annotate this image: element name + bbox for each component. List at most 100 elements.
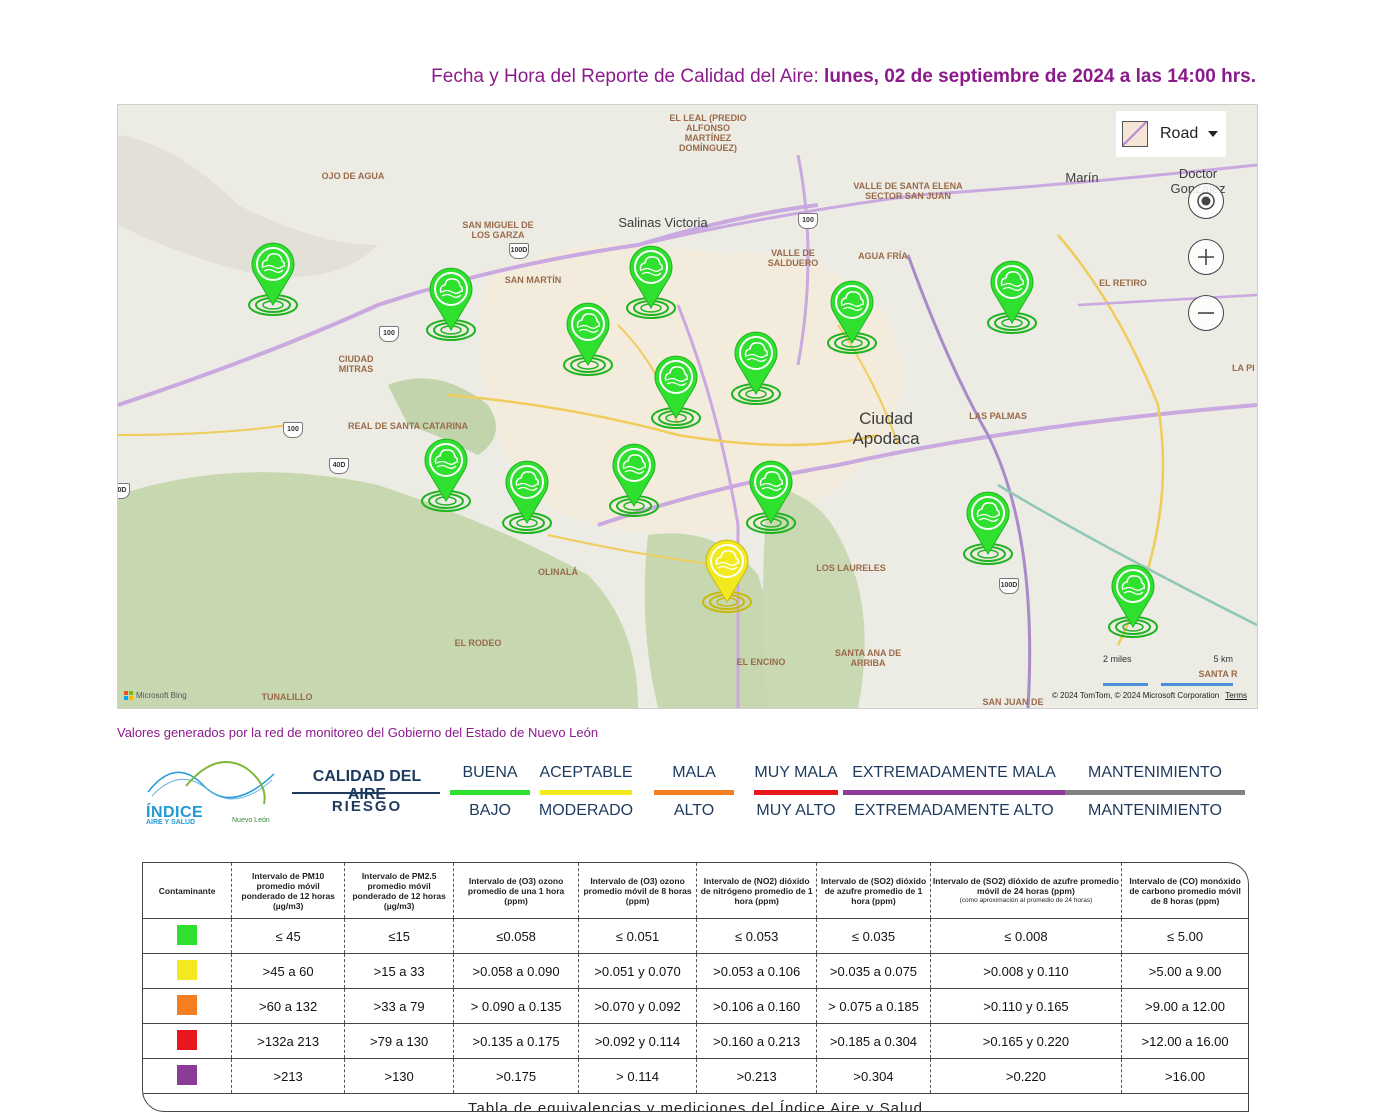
locate-icon bbox=[1197, 192, 1215, 210]
zoom-out-icon bbox=[1198, 312, 1214, 314]
station-marker[interactable] bbox=[650, 352, 702, 432]
road-shield: 100 bbox=[379, 326, 399, 342]
map-label: SANTA ANA DE ARRIBA bbox=[834, 648, 902, 668]
legend-color-band bbox=[1065, 790, 1245, 795]
table-header: Intervalo de (SO2) dióxido de azufre pro… bbox=[930, 863, 1123, 919]
air-station-icon bbox=[626, 245, 676, 319]
table-cell: >130 bbox=[344, 1058, 455, 1094]
map-label: CIUDAD MITRAS bbox=[338, 354, 374, 374]
map-label: REAL DE SANTA CATARINA bbox=[348, 421, 468, 431]
air-station-icon bbox=[702, 539, 752, 613]
table-cell: >0.220 bbox=[930, 1058, 1123, 1094]
report-datetime-prefix: Fecha y Hora del Reporte de Calidad del … bbox=[431, 66, 825, 87]
table-cell: >5.00 a 9.00 bbox=[1121, 953, 1248, 989]
table-cell: ≤ 5.00 bbox=[1121, 918, 1248, 954]
scale-km: 5 km bbox=[1213, 654, 1233, 664]
map-label: EL LEAL (PREDIO ALFONSO MARTÍNEZ DOMÍNGU… bbox=[669, 113, 747, 153]
table-cell: >132a 213 bbox=[231, 1023, 346, 1059]
zoom-out-button[interactable] bbox=[1188, 295, 1224, 331]
air-station-icon bbox=[426, 267, 476, 341]
station-marker[interactable] bbox=[1107, 561, 1159, 641]
map-style-label: Road bbox=[1160, 125, 1199, 142]
locate-button[interactable] bbox=[1188, 183, 1224, 219]
scale-miles-bar bbox=[1103, 683, 1148, 686]
road-shield: 100 bbox=[798, 213, 818, 229]
microsoft-logo-icon bbox=[124, 691, 133, 700]
report-datetime: Fecha y Hora del Reporte de Calidad del … bbox=[431, 66, 1256, 88]
table-cell: >0.106 a 0.160 bbox=[696, 988, 818, 1024]
station-marker[interactable] bbox=[425, 264, 477, 344]
table-cell: >213 bbox=[231, 1058, 346, 1094]
color-swatch bbox=[177, 1029, 198, 1050]
logo-waves-icon bbox=[147, 761, 275, 805]
table-cell: ≤ 45 bbox=[231, 918, 346, 954]
table-header: Contaminante bbox=[143, 863, 233, 919]
air-station-icon bbox=[609, 443, 659, 517]
station-marker[interactable] bbox=[745, 457, 797, 537]
station-marker[interactable] bbox=[730, 328, 782, 408]
color-swatch bbox=[177, 959, 198, 980]
station-marker[interactable] bbox=[501, 457, 553, 537]
air-quality-map[interactable]: EL LEAL (PREDIO ALFONSO MARTÍNEZ DOMÍNGU… bbox=[117, 104, 1258, 709]
station-marker[interactable] bbox=[608, 440, 660, 520]
table-cell-color bbox=[143, 918, 233, 954]
station-marker[interactable] bbox=[826, 277, 878, 357]
map-label: Marín bbox=[1065, 170, 1099, 185]
table-cell: > 0.075 a 0.185 bbox=[816, 988, 931, 1024]
table-cell-color bbox=[143, 1023, 233, 1059]
table-cell: > 0.114 bbox=[578, 1058, 698, 1094]
table-cell: >0.070 y 0.092 bbox=[578, 988, 698, 1024]
table-cell: >0.165 y 0.220 bbox=[930, 1023, 1123, 1059]
table-header: Intervalo de PM10 promedio móvil pondera… bbox=[231, 863, 346, 919]
table-header: Intervalo de (CO) monóxido de carbono pr… bbox=[1121, 863, 1248, 919]
table-cell: >45 a 60 bbox=[231, 953, 346, 989]
air-station-icon bbox=[827, 280, 877, 354]
map-label: SAN MIGUEL DE LOS GARZA bbox=[462, 220, 534, 240]
map-label: Salinas Victoria bbox=[618, 215, 708, 230]
table-header-text: Intervalo de (SO2) dióxido de azufre pro… bbox=[932, 875, 1119, 896]
station-marker[interactable] bbox=[625, 242, 677, 322]
table-cell: ≤0.058 bbox=[453, 918, 579, 954]
terms-link[interactable]: Terms bbox=[1225, 691, 1247, 700]
legend-color-band bbox=[843, 790, 1065, 795]
station-marker[interactable] bbox=[962, 488, 1014, 568]
station-marker[interactable] bbox=[701, 536, 753, 616]
legend-color-band bbox=[754, 790, 838, 795]
map-label: Ciudad Apodaca bbox=[852, 409, 920, 448]
table-cell: >0.058 a 0.090 bbox=[453, 953, 579, 989]
map-copyright: © 2024 TomTom, © 2024 Microsoft Corporat… bbox=[1052, 691, 1247, 700]
station-marker[interactable] bbox=[247, 239, 299, 319]
table-row: >45 a 60 >15 a 33 >0.058 a 0.090 >0.051 y 0… bbox=[143, 953, 1248, 989]
table-row: >60 a 132 >33 a 79 > 0.090 a 0.135 >0.070 y… bbox=[143, 988, 1248, 1024]
logo-state: Nuevo León bbox=[232, 817, 270, 824]
table-cell: >0.053 a 0.106 bbox=[696, 953, 818, 989]
table-cell: >0.051 y 0.070 bbox=[578, 953, 698, 989]
table-header: Intervalo de PM2.5 promedio móvil ponder… bbox=[344, 863, 455, 919]
table-cell: >0.092 y 0.114 bbox=[578, 1023, 698, 1059]
air-station-icon bbox=[248, 242, 298, 316]
station-marker[interactable] bbox=[986, 257, 1038, 337]
table-cell: >9.00 a 12.00 bbox=[1121, 988, 1248, 1024]
zoom-in-button[interactable] bbox=[1188, 239, 1224, 275]
air-station-icon bbox=[963, 491, 1013, 565]
station-marker[interactable] bbox=[562, 299, 614, 379]
legend-quality: MANTENIMIENTO bbox=[1088, 764, 1222, 781]
legend-risk: MANTENIMIENTO bbox=[1088, 802, 1222, 819]
map-label: VALLE DE SALDUERO bbox=[767, 248, 819, 268]
equivalence-table: Contaminante Intervalo de PM10 promedio m… bbox=[142, 862, 1249, 1112]
air-station-icon bbox=[731, 331, 781, 405]
table-cell: ≤ 0.051 bbox=[578, 918, 698, 954]
road-shield: 40D bbox=[329, 458, 349, 474]
air-station-icon bbox=[987, 260, 1037, 334]
station-marker[interactable] bbox=[420, 435, 472, 515]
scale-km-bar bbox=[1161, 683, 1233, 686]
table-cell: >79 a 130 bbox=[344, 1023, 455, 1059]
color-swatch bbox=[177, 1064, 198, 1085]
map-label: EL ENCINO bbox=[736, 657, 786, 667]
table-cell: >0.175 bbox=[453, 1058, 579, 1094]
table-cell: ≤ 0.053 bbox=[696, 918, 818, 954]
map-style-picker[interactable]: Road bbox=[1116, 111, 1226, 157]
table-header: Intervalo de (O3) ozono promedio de una … bbox=[453, 863, 579, 919]
table-cell: >33 a 79 bbox=[344, 988, 455, 1024]
logo-subtitle: AIRE Y SALUD bbox=[146, 819, 196, 826]
